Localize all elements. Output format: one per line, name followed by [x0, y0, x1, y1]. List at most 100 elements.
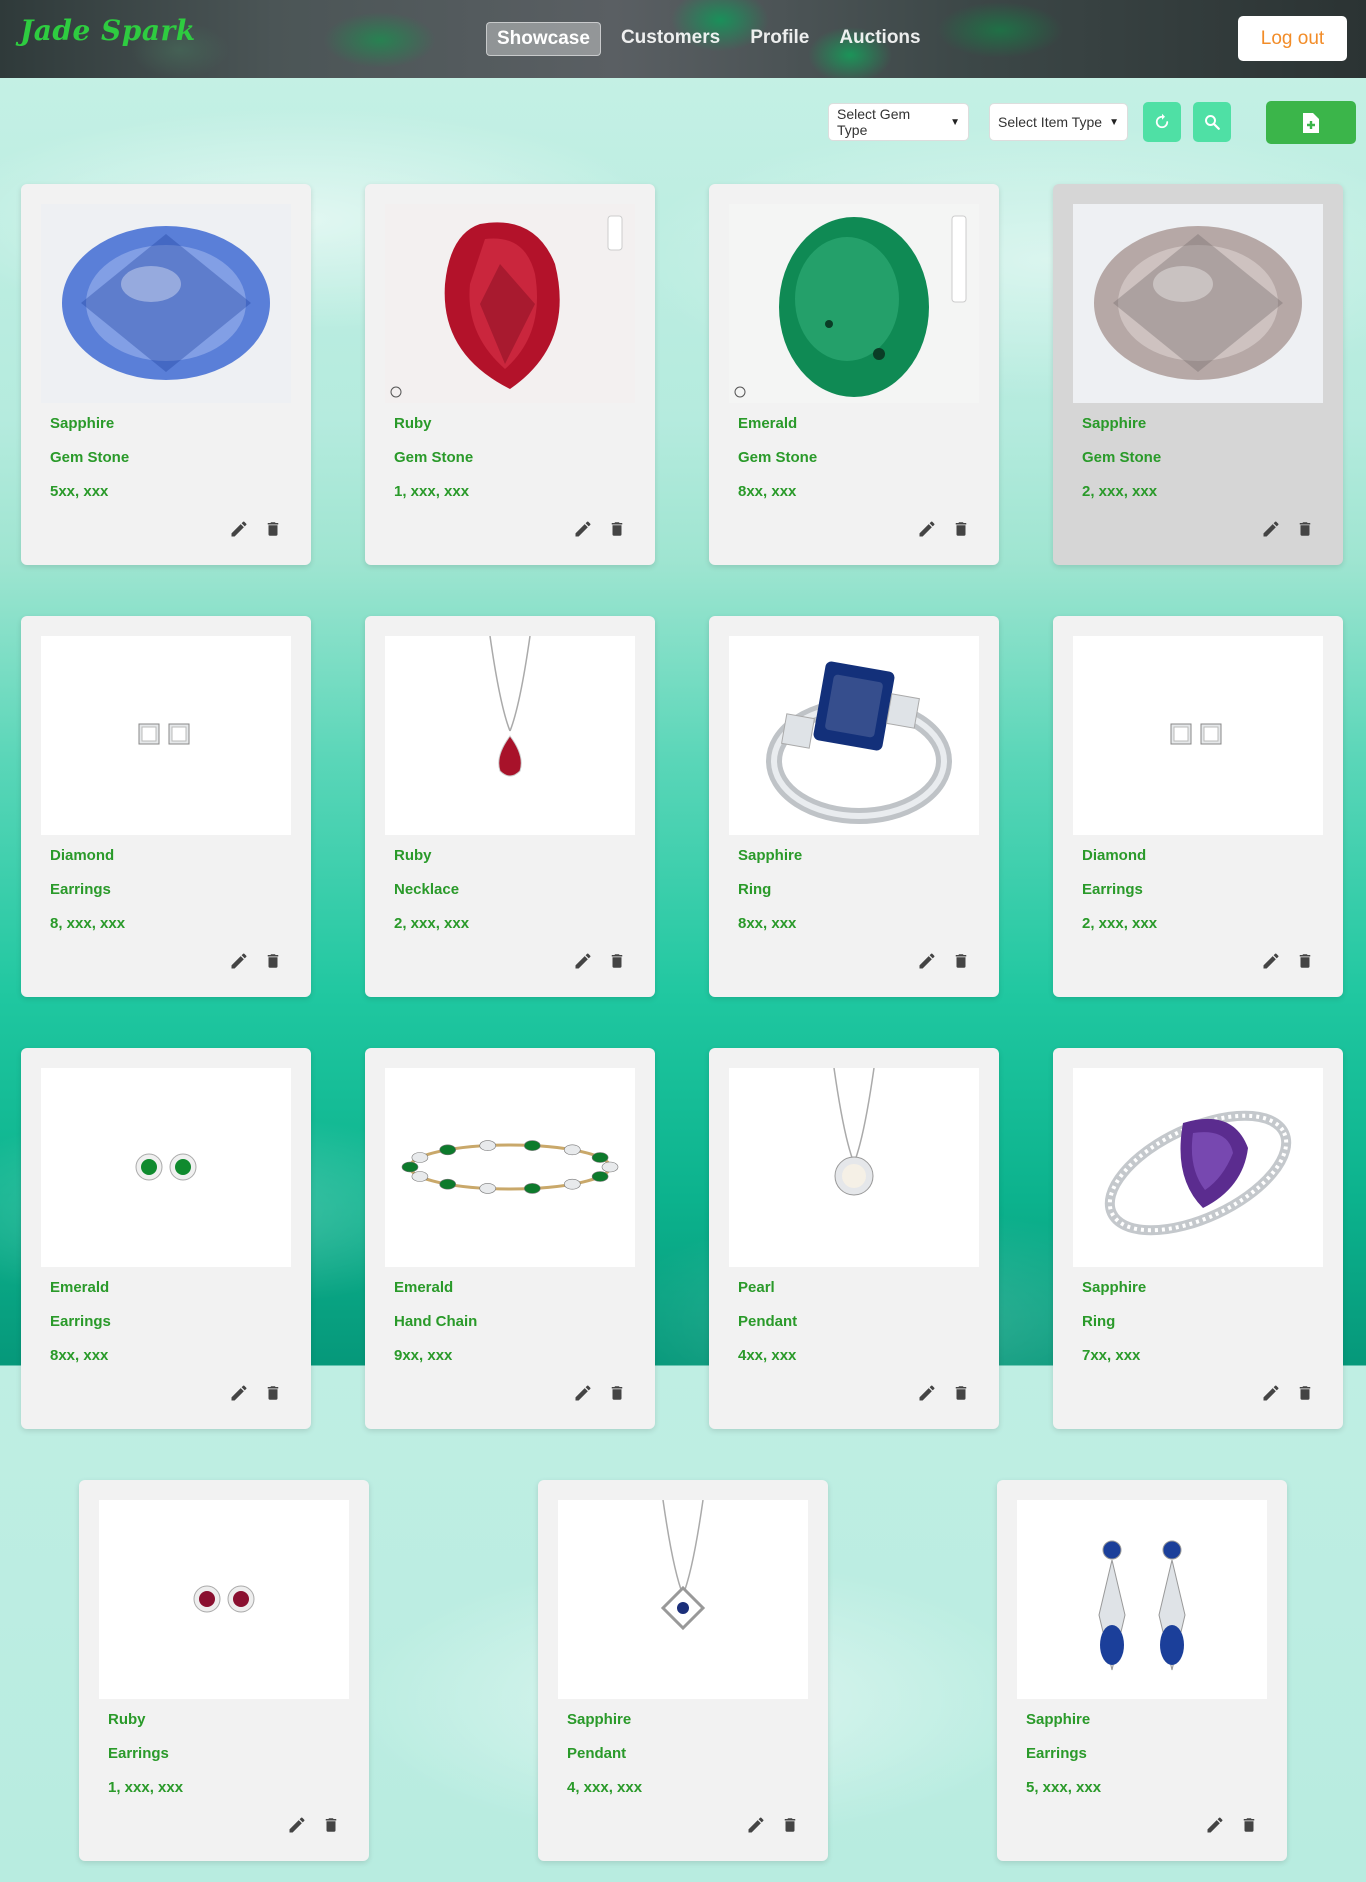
delete-button[interactable] — [604, 948, 630, 974]
product-card[interactable]: Sapphire Earrings 5, xxx, xxx — [997, 1480, 1287, 1861]
delete-button[interactable] — [1292, 516, 1318, 542]
search-button[interactable] — [1193, 102, 1231, 142]
edit-button[interactable] — [284, 1812, 310, 1838]
add-item-button[interactable] — [1266, 101, 1356, 144]
delete-button[interactable] — [260, 516, 286, 542]
product-image[interactable] — [558, 1500, 808, 1699]
edit-button[interactable] — [570, 948, 596, 974]
product-card[interactable]: Sapphire Gem Stone 5xx, xxx — [21, 184, 311, 565]
delete-button[interactable] — [1292, 1380, 1318, 1406]
nav-auctions[interactable]: Auctions — [829, 22, 930, 56]
delete-button[interactable] — [260, 948, 286, 974]
chevron-down-icon: ▼ — [950, 116, 960, 128]
edit-button[interactable] — [1258, 516, 1284, 542]
trash-icon — [1243, 1818, 1255, 1832]
product-card[interactable]: Emerald Hand Chain 9xx, xxx — [365, 1048, 655, 1429]
price: 5xx, xxx — [50, 483, 109, 500]
price: 2, xxx, xxx — [1082, 915, 1158, 932]
edit-button[interactable] — [226, 948, 252, 974]
item-type-select-label: Select Item Type — [998, 114, 1103, 130]
product-card[interactable]: Sapphire Ring 8xx, xxx — [709, 616, 999, 997]
product-image[interactable] — [729, 204, 979, 403]
product-image[interactable] — [1073, 636, 1323, 835]
product-image[interactable] — [41, 204, 291, 403]
item-type-select[interactable]: Select Item Type ▼ — [989, 103, 1128, 141]
item-type: Necklace — [394, 881, 460, 898]
delete-button[interactable] — [1292, 948, 1318, 974]
product-image[interactable] — [1073, 204, 1323, 403]
edit-icon — [919, 1385, 935, 1401]
gem-name: Ruby — [394, 415, 432, 432]
delete-button[interactable] — [948, 516, 974, 542]
product-card[interactable]: Ruby Gem Stone 1, xxx, xxx — [365, 184, 655, 565]
trash-icon — [1299, 522, 1311, 536]
edit-icon — [1263, 1385, 1279, 1401]
edit-icon — [231, 953, 247, 969]
gem-name: Emerald — [50, 1279, 110, 1296]
gem-type-select[interactable]: Select Gem Type ▼ — [828, 103, 969, 141]
refresh-icon — [1155, 113, 1169, 129]
delete-button[interactable] — [260, 1380, 286, 1406]
product-card[interactable]: Emerald Earrings 8xx, xxx — [21, 1048, 311, 1429]
edit-button[interactable] — [743, 1812, 769, 1838]
delete-button[interactable] — [777, 1812, 803, 1838]
edit-button[interactable] — [570, 516, 596, 542]
edit-icon — [748, 1817, 764, 1833]
price: 8xx, xxx — [738, 483, 797, 500]
product-image[interactable] — [385, 1068, 635, 1267]
top-navbar: Jade Spark Showcase Customers Profile Au… — [0, 0, 1366, 78]
edit-button[interactable] — [1258, 948, 1284, 974]
nav-profile[interactable]: Profile — [740, 22, 819, 56]
gem-name: Sapphire — [1082, 415, 1147, 432]
edit-button[interactable] — [1202, 1812, 1228, 1838]
brand-logo[interactable]: Jade Spark — [20, 14, 196, 47]
product-image[interactable] — [1017, 1500, 1267, 1699]
item-type: Gem Stone — [1082, 449, 1162, 466]
product-image[interactable] — [41, 1068, 291, 1267]
product-card[interactable]: Emerald Gem Stone 8xx, xxx — [709, 184, 999, 565]
trash-icon — [1299, 1386, 1311, 1400]
product-card[interactable]: Ruby Earrings 1, xxx, xxx — [79, 1480, 369, 1861]
product-card[interactable]: Diamond Earrings 2, xxx, xxx — [1053, 616, 1343, 997]
delete-button[interactable] — [1236, 1812, 1262, 1838]
product-image[interactable] — [729, 1068, 979, 1267]
delete-button[interactable] — [318, 1812, 344, 1838]
product-card[interactable]: Pearl Pendant 4xx, xxx — [709, 1048, 999, 1429]
edit-button[interactable] — [570, 1380, 596, 1406]
item-type: Gem Stone — [394, 449, 474, 466]
product-image[interactable] — [385, 636, 635, 835]
chevron-down-icon: ▼ — [1109, 116, 1119, 128]
item-type: Pendant — [567, 1745, 627, 1762]
delete-button[interactable] — [604, 516, 630, 542]
item-type: Pendant — [738, 1313, 798, 1330]
edit-button[interactable] — [914, 948, 940, 974]
delete-button[interactable] — [948, 948, 974, 974]
product-image[interactable] — [385, 204, 635, 403]
price: 2, xxx, xxx — [1082, 483, 1158, 500]
gem-name: Emerald — [738, 415, 798, 432]
edit-icon — [919, 953, 935, 969]
nav-customers[interactable]: Customers — [611, 22, 730, 56]
product-card[interactable]: Ruby Necklace 2, xxx, xxx — [365, 616, 655, 997]
refresh-button[interactable] — [1143, 102, 1181, 142]
nav-showcase[interactable]: Showcase — [486, 22, 601, 56]
product-image[interactable] — [1073, 1068, 1323, 1267]
search-icon — [1205, 115, 1220, 130]
edit-button[interactable] — [226, 516, 252, 542]
gem-name: Sapphire — [738, 847, 803, 864]
logout-button[interactable]: Log out — [1238, 16, 1347, 61]
product-card[interactable]: Diamond Earrings 8, xxx, xxx — [21, 616, 311, 997]
delete-button[interactable] — [604, 1380, 630, 1406]
product-image[interactable] — [41, 636, 291, 835]
delete-button[interactable] — [948, 1380, 974, 1406]
product-card[interactable]: Sapphire Ring 7xx, xxx — [1053, 1048, 1343, 1429]
product-card[interactable]: Sapphire Gem Stone 2, xxx, xxx — [1053, 184, 1343, 565]
edit-button[interactable] — [1258, 1380, 1284, 1406]
edit-button[interactable] — [226, 1380, 252, 1406]
edit-button[interactable] — [914, 516, 940, 542]
edit-icon — [1263, 521, 1279, 537]
product-card[interactable]: Sapphire Pendant 4, xxx, xxx — [538, 1480, 828, 1861]
product-image[interactable] — [99, 1500, 349, 1699]
product-image[interactable] — [729, 636, 979, 835]
edit-button[interactable] — [914, 1380, 940, 1406]
